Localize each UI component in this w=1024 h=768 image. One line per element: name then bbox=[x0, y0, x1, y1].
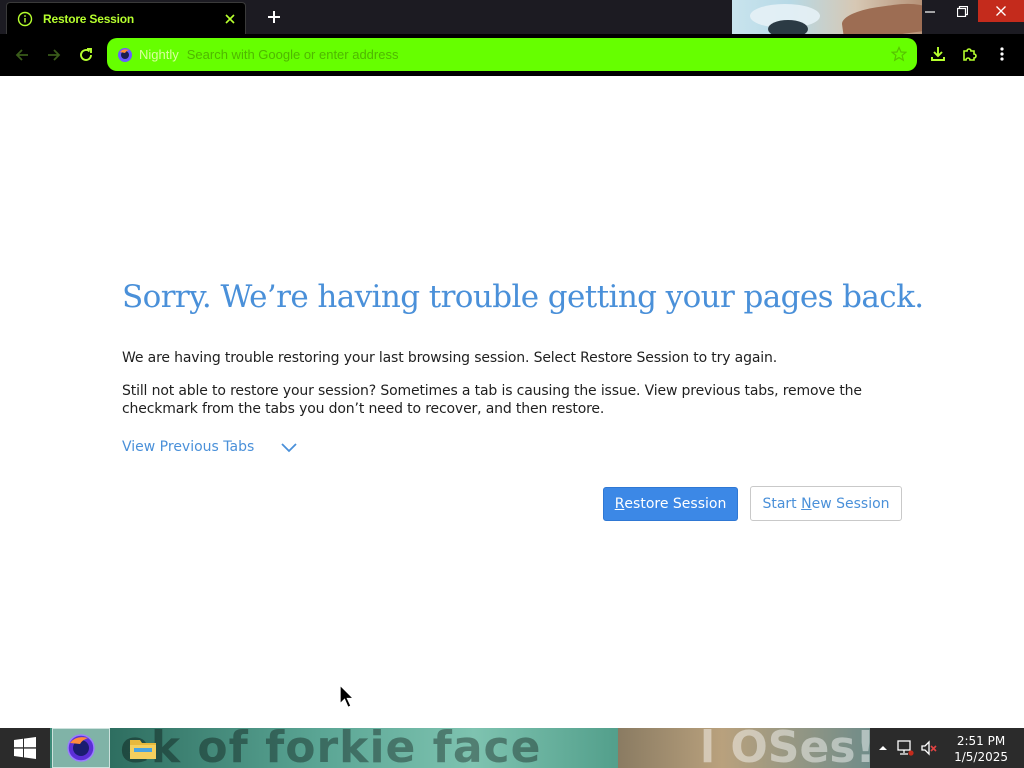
description-text: We are having trouble restoring your las… bbox=[122, 350, 778, 366]
plus-icon bbox=[268, 11, 280, 23]
close-tab-icon[interactable] bbox=[221, 10, 239, 28]
browser-brand-label: Nightly bbox=[139, 47, 179, 62]
back-button[interactable] bbox=[10, 43, 34, 67]
navigation-bar: Nightly Search with Google or enter addr… bbox=[0, 34, 1024, 76]
network-icon[interactable] bbox=[896, 740, 914, 756]
start-new-session-accel: N bbox=[801, 495, 812, 512]
close-icon bbox=[996, 6, 1006, 16]
chevron-down-icon[interactable] bbox=[280, 441, 298, 453]
restore-session-label: estore Session bbox=[624, 496, 727, 512]
nightly-logo-icon bbox=[117, 47, 133, 63]
restore-button[interactable] bbox=[946, 0, 978, 22]
view-previous-tabs-toggle[interactable]: View Previous Tabs bbox=[122, 439, 298, 455]
page-content: Sorry. We’re having trouble getting your… bbox=[0, 76, 1024, 728]
chevron-up-icon[interactable] bbox=[874, 740, 892, 756]
wallpaper-text: ek of forkie face bbox=[120, 728, 542, 768]
taskbar: ek of forkie face l OSes! 2:51 PM 1/5/20… bbox=[0, 728, 1024, 768]
taskbar-nightly-button[interactable] bbox=[52, 728, 110, 768]
folder-icon bbox=[130, 740, 156, 759]
tab-strip: Restore Session bbox=[0, 0, 1024, 34]
kebab-menu-icon bbox=[1000, 47, 1004, 61]
app-menu-button[interactable] bbox=[990, 42, 1014, 66]
taskbar-file-explorer-button[interactable] bbox=[120, 728, 166, 768]
system-tray: 2:51 PM 1/5/2025 bbox=[870, 728, 1024, 768]
minimize-button[interactable] bbox=[914, 0, 946, 22]
start-new-session-label-start: Start bbox=[762, 495, 802, 512]
window-controls bbox=[914, 0, 1024, 22]
desktop-wallpaper-peek bbox=[732, 0, 922, 34]
help-text: Still not able to restore your session? … bbox=[122, 383, 862, 417]
wallpaper-text-2: l OSes! bbox=[700, 728, 876, 768]
extensions-button[interactable] bbox=[958, 42, 982, 66]
mouse-cursor-icon bbox=[339, 683, 357, 710]
bookmark-star-icon[interactable] bbox=[890, 46, 908, 62]
info-icon bbox=[17, 11, 33, 27]
restore-session-button[interactable]: Restore Session bbox=[603, 487, 738, 521]
new-tab-button[interactable] bbox=[262, 5, 286, 29]
nightly-app-icon bbox=[67, 734, 95, 762]
forward-arrow-icon bbox=[48, 49, 61, 61]
puzzle-icon bbox=[963, 48, 977, 61]
close-window-button[interactable] bbox=[978, 0, 1024, 22]
address-bar[interactable]: Nightly Search with Google or enter addr… bbox=[107, 38, 917, 71]
download-icon bbox=[931, 47, 945, 61]
clock-date: 1/5/2025 bbox=[954, 750, 1008, 764]
start-new-session-button[interactable]: Start New Session bbox=[750, 486, 902, 521]
reload-button[interactable] bbox=[74, 43, 98, 67]
address-placeholder[interactable]: Search with Google or enter address bbox=[187, 47, 399, 62]
taskbar-clock[interactable]: 2:51 PM 1/5/2025 bbox=[954, 733, 1008, 765]
restore-icon bbox=[956, 5, 968, 17]
start-new-session-label-end: ew Session bbox=[811, 495, 890, 512]
tab-title: Restore Session bbox=[43, 11, 135, 26]
start-button[interactable] bbox=[0, 728, 50, 768]
tab-restore-session[interactable]: Restore Session bbox=[6, 2, 246, 34]
page-title: Sorry. We’re having trouble getting your… bbox=[122, 279, 924, 315]
view-previous-tabs-label[interactable]: View Previous Tabs bbox=[122, 439, 254, 455]
back-arrow-icon bbox=[15, 49, 28, 61]
reload-icon bbox=[80, 48, 92, 61]
windows-logo-icon bbox=[14, 737, 36, 759]
forward-button[interactable] bbox=[42, 43, 66, 67]
screen: Restore Session Nightly Search with Goog… bbox=[0, 0, 1024, 768]
downloads-button[interactable] bbox=[926, 42, 950, 66]
minimize-icon bbox=[925, 11, 935, 13]
clock-time: 2:51 PM bbox=[956, 734, 1006, 748]
volume-muted-icon[interactable] bbox=[920, 740, 938, 756]
restore-session-accel: R bbox=[614, 496, 625, 512]
